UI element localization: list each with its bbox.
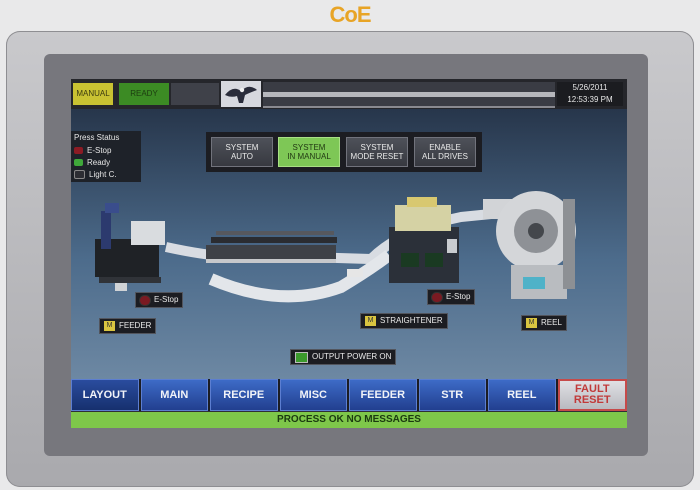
output-power-indicator[interactable]: OUTPUT POWER ON <box>290 349 397 365</box>
reel-label[interactable]: M REEL <box>521 315 567 331</box>
fault-reset-line2: RESET <box>573 394 611 406</box>
nav-recipe-button[interactable]: RECIPE <box>210 379 278 411</box>
press-status-title: Press Status <box>74 133 120 142</box>
mode-manual-indicator: MANUAL <box>73 83 113 105</box>
system-mode-reset-button[interactable]: SYSTEM MODE RESET <box>346 137 408 167</box>
enable-all-drives-button[interactable]: ENABLE ALL DRIVES <box>414 137 476 167</box>
mode-blank-indicator <box>171 83 219 105</box>
press-status-ready: Ready <box>74 156 138 168</box>
system-auto-button[interactable]: SYSTEM AUTO <box>211 137 273 167</box>
bottom-navigation: LAYOUT MAIN RECIPE MISC FEEDER STR REEL … <box>71 379 627 411</box>
system-in-manual-button[interactable]: SYSTEM IN MANUAL <box>278 137 340 167</box>
feeder-text: FEEDER <box>119 321 152 330</box>
straightener-estop-label[interactable]: E-Stop <box>427 289 476 305</box>
feeder-estop-lamp-icon <box>140 295 150 305</box>
system-manual-line2: IN MANUAL <box>287 152 331 161</box>
system-auto-line2: AUTO <box>230 152 254 161</box>
enable-drives-line1: ENABLE <box>429 143 461 152</box>
estop-lamp-icon <box>74 146 83 154</box>
nav-feeder-button[interactable]: FEEDER <box>349 379 417 411</box>
nav-reel-button[interactable]: REEL <box>488 379 556 411</box>
reel-text: REEL <box>541 318 562 327</box>
nav-misc-button[interactable]: MISC <box>279 379 347 411</box>
feeder-machine-icon <box>95 203 165 291</box>
date-text: 5/26/2011 <box>572 83 608 92</box>
straightener-estop-lamp-icon <box>432 292 442 302</box>
enable-drives-line2: ALL DRIVES <box>422 152 468 161</box>
feeder-m-badge: M <box>104 321 115 331</box>
mode-ready-indicator: READY <box>119 83 169 105</box>
output-power-lamp-icon <box>295 351 308 363</box>
straightener-label[interactable]: M STRAIGHTENER <box>360 313 448 329</box>
status-message-bar: PROCESS OK NO MESSAGES <box>71 412 627 428</box>
press-status-estop: E-Stop <box>74 144 138 156</box>
ready-lamp-icon <box>74 158 83 166</box>
press-status-ready-label: Ready <box>87 157 111 167</box>
system-reset-line2: MODE RESET <box>350 152 404 161</box>
system-auto-line1: SYSTEM <box>225 143 259 152</box>
straightener-estop-text: E-Stop <box>446 292 471 301</box>
press-status-estop-label: E-Stop <box>87 145 112 155</box>
straightener-text: STRAIGHTENER <box>380 316 443 325</box>
system-reset-line1: SYSTEM <box>360 143 394 152</box>
process-layout-view: Press Status E-Stop Ready Light C. SYSTE… <box>71 109 627 379</box>
time-text: 12:53:39 PM <box>567 95 613 104</box>
feeder-estop-label[interactable]: E-Stop <box>135 292 184 308</box>
reel-m-badge: M <box>526 318 537 328</box>
system-manual-line1: SYSTEM <box>292 143 326 152</box>
straightener-m-badge: M <box>365 316 376 326</box>
feeder-estop-text: E-Stop <box>154 295 179 304</box>
nav-layout-button[interactable]: LAYOUT <box>71 379 139 411</box>
eagle-logo-icon <box>221 81 261 107</box>
system-mode-buttons: SYSTEM AUTO SYSTEM IN MANUAL SYSTEM MODE RE… <box>206 132 482 172</box>
fault-reset-button[interactable]: FAULT RESET <box>557 379 627 411</box>
brand-logo: CoE <box>329 2 372 27</box>
output-power-text: OUTPUT POWER ON <box>312 352 392 361</box>
feeder-label[interactable]: M FEEDER <box>99 318 157 334</box>
message-banner <box>263 82 555 108</box>
nav-main-button[interactable]: MAIN <box>140 379 208 411</box>
nav-str-button[interactable]: STR <box>418 379 486 411</box>
hmi-screen: MANUAL READY 5/26/2011 12:53:39 PM Press… <box>71 79 627 428</box>
reel-machine-icon <box>483 191 576 299</box>
top-bar: MANUAL READY 5/26/2011 12:53:39 PM <box>71 79 627 109</box>
straightener-bed-icon <box>206 231 337 263</box>
date-time-display: 5/26/2011 12:53:39 PM <box>557 82 623 106</box>
